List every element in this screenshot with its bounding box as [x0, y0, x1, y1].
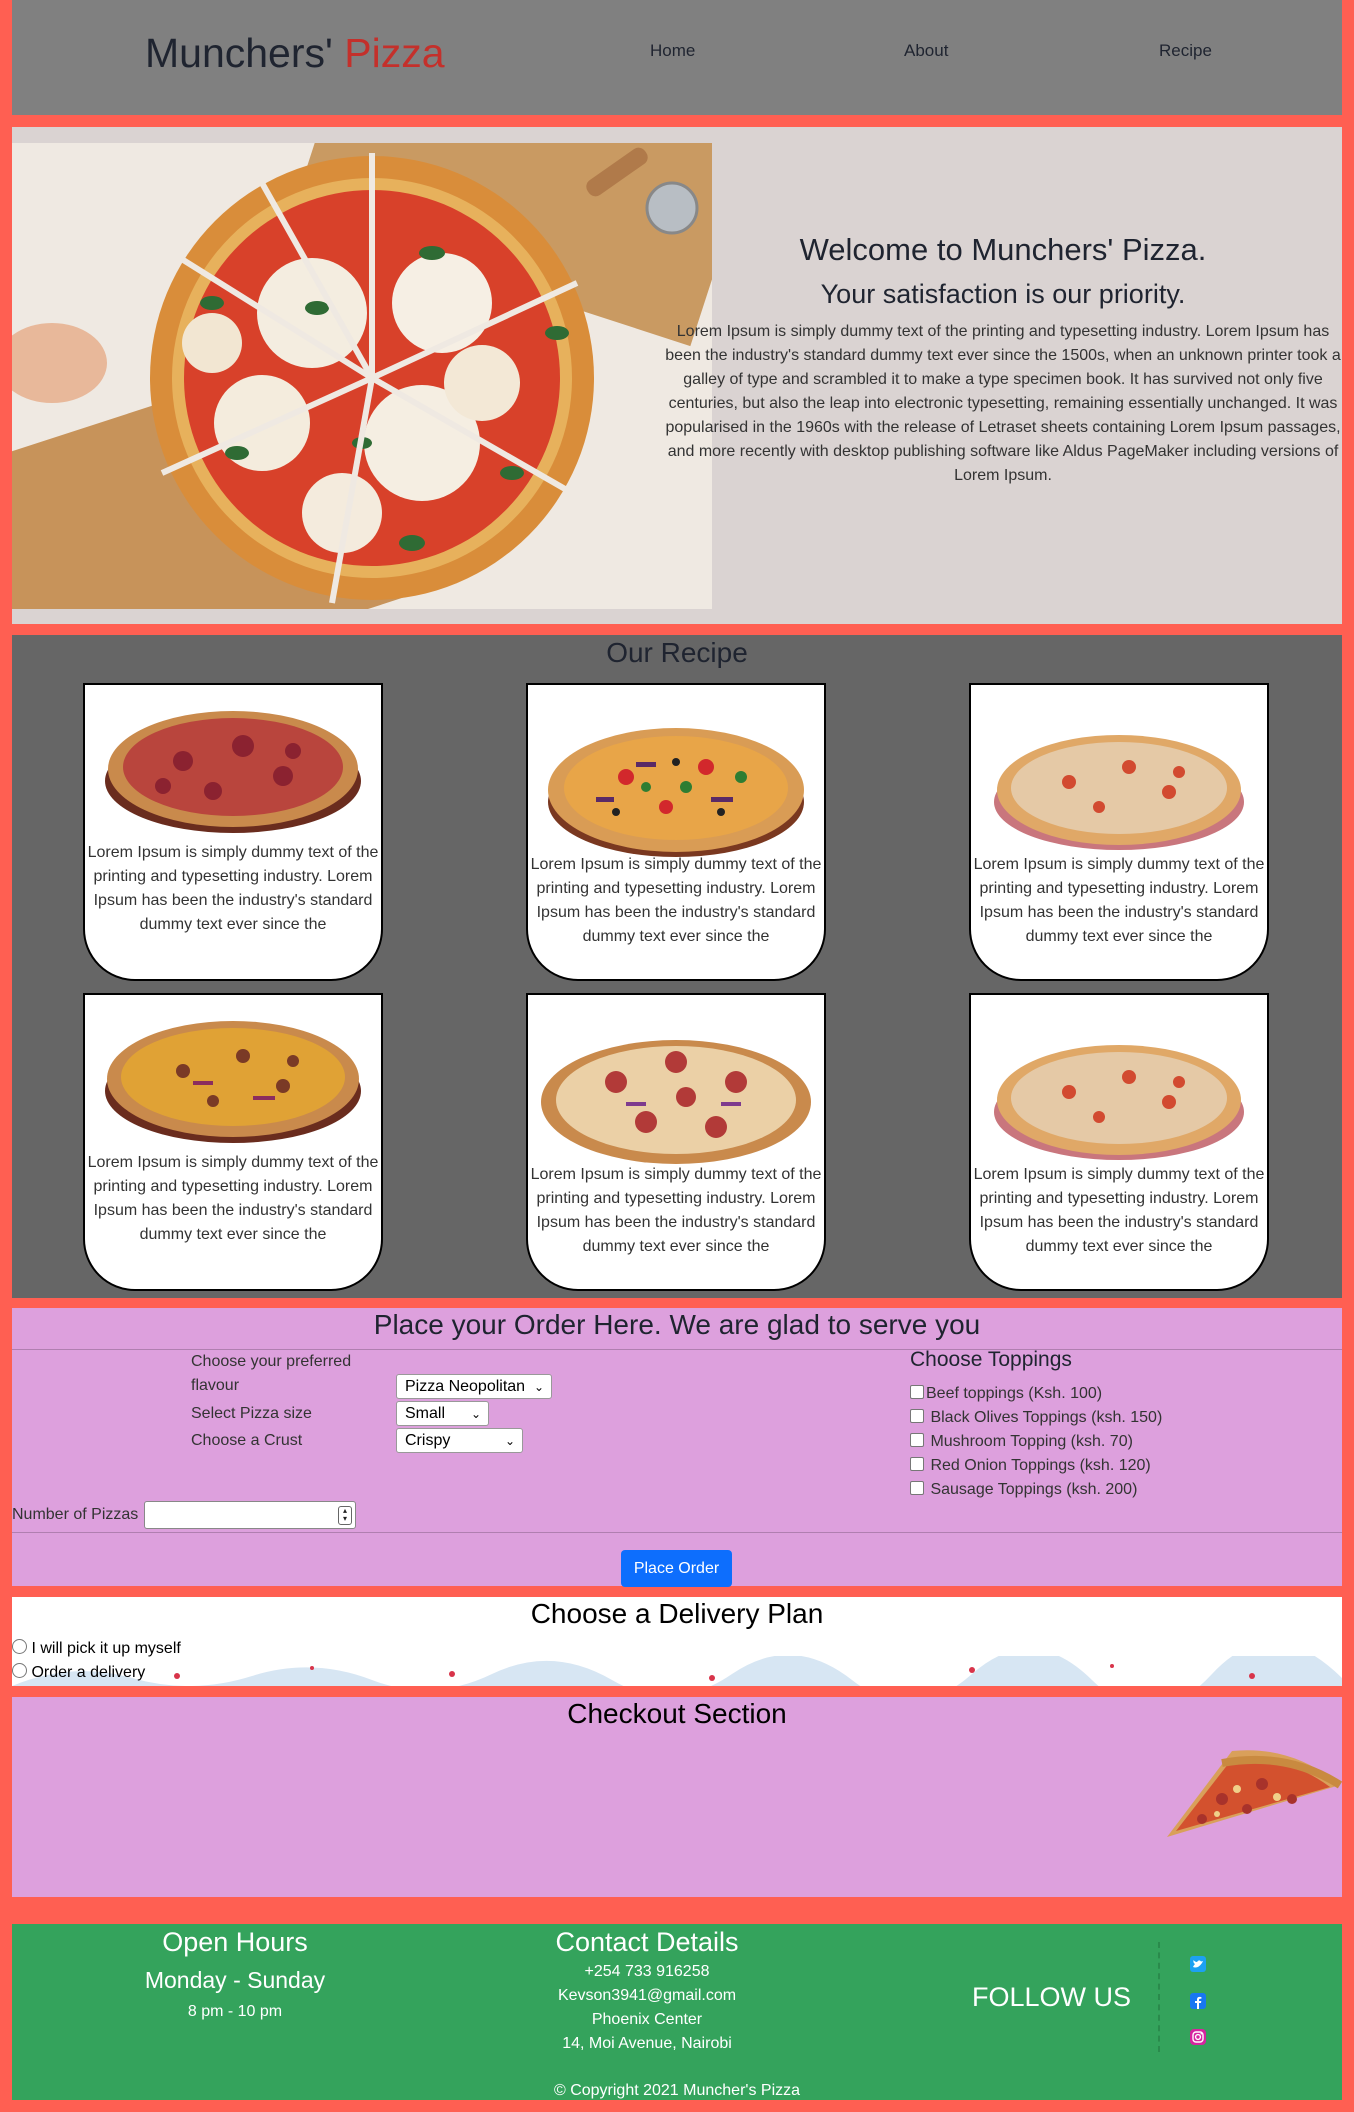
spinner-icon[interactable]: ▴ ▾: [338, 1506, 352, 1525]
topping-label: Red Onion Toppings (ksh. 120): [930, 1457, 1151, 1474]
hero-section: Welcome to Munchers' Pizza. Your satisfa…: [12, 127, 1342, 624]
crust-label: Choose a Crust: [191, 1432, 303, 1449]
flavour-select-value: Pizza Neopolitan: [405, 1378, 526, 1395]
topping-label: Sausage Toppings (ksh. 200): [930, 1481, 1138, 1498]
open-days: Monday - Sunday: [144, 1967, 326, 1993]
open-hours: Open Hours Monday - Sunday 8 pm - 10 pm: [60, 1924, 410, 2024]
radio-button[interactable]: [12, 1663, 27, 1678]
checkbox[interactable]: [910, 1433, 924, 1447]
hero-title: Welcome to Munchers' Pizza.: [799, 232, 1207, 267]
chevron-down-icon: ⌄: [504, 1434, 515, 1448]
flavour-select[interactable]: Pizza Neopolitan ⌄: [396, 1374, 552, 1399]
hero-subtitle: Your satisfaction is our priority.: [820, 279, 1186, 309]
delivery-option-label: Order a delivery: [31, 1664, 146, 1681]
topping-option[interactable]: Sausage Toppings (ksh. 200): [910, 1478, 1137, 1502]
checkbox[interactable]: [910, 1481, 924, 1495]
checkbox[interactable]: [910, 1409, 924, 1423]
pizza-image: [105, 711, 361, 833]
recipe-card-text: Lorem Ipsum is simply dummy text of the …: [87, 1154, 379, 1243]
chevron-down-icon: ⌄: [533, 1380, 544, 1394]
contact-email[interactable]: Kevson3941@gmail.com: [472, 1984, 822, 2008]
contact-building: Phoenix Center: [591, 2011, 703, 2028]
radio-button[interactable]: [12, 1639, 27, 1654]
delivery-section: Choose a Delivery Plan I will pick it up…: [12, 1597, 1342, 1686]
delivery-option[interactable]: I will pick it up myself: [12, 1637, 181, 1661]
contact-title: Contact Details: [555, 1927, 739, 1957]
order-title: Place your Order Here. We are glad to se…: [373, 1309, 981, 1340]
number-of-pizzas-input[interactable]: ▴ ▾: [144, 1501, 356, 1529]
recipe-card-text: Lorem Ipsum is simply dummy text of the …: [530, 856, 822, 945]
copyright: © Copyright 2021 Muncher's Pizza: [553, 2082, 801, 2099]
place-order-button[interactable]: Place Order: [621, 1550, 732, 1587]
recipe-card: Lorem Ipsum is simply dummy text of the …: [969, 993, 1269, 1291]
facebook-icon[interactable]: [1190, 1993, 1206, 2009]
toppings-title: Choose Toppings: [910, 1348, 1072, 1371]
contact-phone: +254 733 916258: [584, 1963, 710, 1980]
brand-accent: Pizza: [344, 30, 445, 76]
pizza-image: [994, 1045, 1244, 1160]
nav-home[interactable]: Home: [650, 41, 695, 61]
order-section: Place your Order Here. We are glad to se…: [12, 1308, 1342, 1587]
crust-select-value: Crispy: [405, 1432, 451, 1449]
topping-option[interactable]: Mushroom Topping (ksh. 70): [910, 1430, 1133, 1454]
pizza-image: [105, 1021, 361, 1143]
divider: [1158, 1942, 1160, 2052]
twitter-icon[interactable]: [1190, 1956, 1206, 1972]
instagram-icon[interactable]: [1190, 2029, 1206, 2045]
recipe-section: Our Recipe Lorem Ipsum is simply dummy t…: [12, 635, 1342, 1298]
topping-label: Black Olives Toppings (ksh. 150): [930, 1409, 1163, 1426]
follow-us-label: FOLLOW US: [972, 1982, 1132, 2012]
hero-pizza-image: [12, 143, 712, 609]
site-footer: Open Hours Monday - Sunday 8 pm - 10 pm …: [12, 1924, 1342, 2100]
wave-background: [12, 1656, 1342, 1686]
checkbox[interactable]: [910, 1457, 924, 1471]
delivery-title: Choose a Delivery Plan: [530, 1598, 824, 1629]
pizza-slice-image: [1167, 1750, 1342, 1837]
topping-label: Beef toppings (Ksh. 100): [926, 1385, 1103, 1402]
topping-label: Mushroom Topping (ksh. 70): [930, 1433, 1133, 1450]
recipe-card-text: Lorem Ipsum is simply dummy text of the …: [973, 856, 1265, 945]
site-header: Munchers' Pizza Home About Recipe: [12, 0, 1342, 115]
recipe-card-text: Lorem Ipsum is simply dummy text of the …: [973, 1166, 1265, 1255]
recipe-card: Lorem Ipsum is simply dummy text of the …: [526, 683, 826, 981]
nav-recipe[interactable]: Recipe: [1159, 41, 1212, 61]
nav-about[interactable]: About: [904, 41, 948, 61]
recipe-card: Lorem Ipsum is simply dummy text of the …: [83, 683, 383, 981]
divider: [12, 1532, 1342, 1533]
number-label: Number of Pizzas: [12, 1506, 139, 1523]
open-time: 8 pm - 10 pm: [187, 2003, 283, 2020]
delivery-option-label: I will pick it up myself: [31, 1640, 181, 1657]
hero-text: Welcome to Munchers' Pizza. Your satisfa…: [663, 228, 1343, 488]
pizza-image: [994, 735, 1244, 850]
crust-select[interactable]: Crispy ⌄: [396, 1428, 523, 1453]
pizza-image: [541, 1040, 811, 1164]
pizza-image: [548, 728, 804, 857]
brand-logo[interactable]: Munchers' Pizza: [145, 30, 445, 77]
brand-name: Munchers': [145, 30, 345, 76]
recipe-title: Our Recipe: [606, 637, 748, 668]
size-select[interactable]: Small ⌄: [396, 1401, 489, 1426]
topping-option[interactable]: Black Olives Toppings (ksh. 150): [910, 1406, 1162, 1430]
recipe-card-text: Lorem Ipsum is simply dummy text of the …: [87, 844, 379, 933]
open-hours-title: Open Hours: [162, 1927, 308, 1957]
contact-details: Contact Details +254 733 916258 Kevson39…: [472, 1924, 822, 2056]
size-select-value: Small: [405, 1405, 446, 1422]
hero-body: Lorem Ipsum is simply dummy text of the …: [665, 323, 1341, 484]
checkbox[interactable]: [910, 1385, 924, 1399]
chevron-down-icon: ⌄: [470, 1407, 481, 1421]
recipe-card-text: Lorem Ipsum is simply dummy text of the …: [530, 1166, 822, 1255]
delivery-option[interactable]: Order a delivery: [12, 1661, 145, 1685]
recipe-card: Lorem Ipsum is simply dummy text of the …: [969, 683, 1269, 981]
recipe-card: Lorem Ipsum is simply dummy text of the …: [526, 993, 826, 1291]
topping-option[interactable]: Red Onion Toppings (ksh. 120): [910, 1454, 1151, 1478]
size-label: Select Pizza size: [191, 1405, 312, 1422]
topping-option[interactable]: Beef toppings (Ksh. 100): [910, 1382, 1102, 1406]
flavour-label: Choose your preferred flavour: [191, 1353, 352, 1394]
contact-address: 14, Moi Avenue, Nairobi: [562, 2035, 732, 2052]
checkout-title: Checkout Section: [567, 1698, 787, 1729]
recipe-card: Lorem Ipsum is simply dummy text of the …: [83, 993, 383, 1291]
checkout-section: Checkout Section: [12, 1697, 1342, 1897]
